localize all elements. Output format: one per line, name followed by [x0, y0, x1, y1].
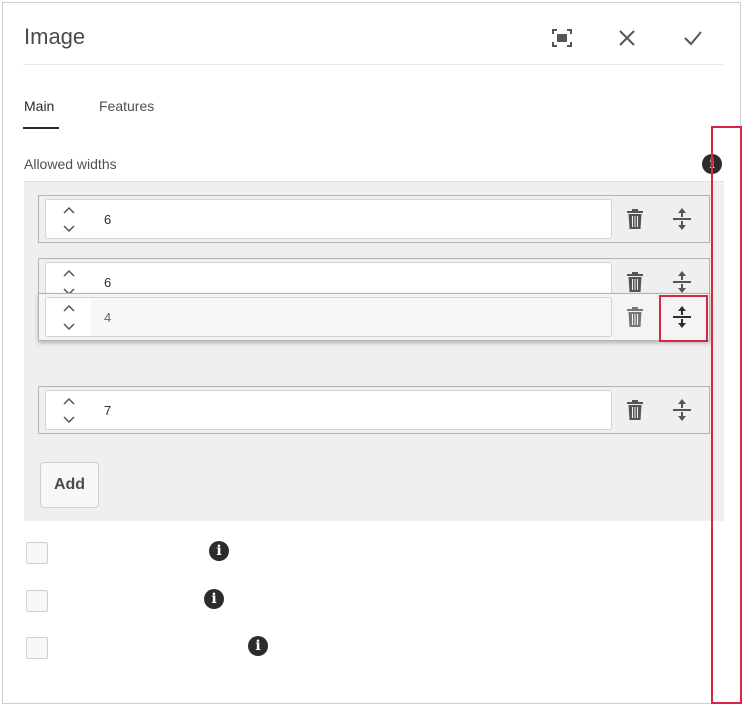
multifield-row	[38, 195, 710, 243]
increment-button[interactable]	[46, 263, 91, 282]
chevron-up-icon	[62, 397, 75, 405]
increment-button[interactable]	[46, 200, 91, 219]
move-vertical-icon	[673, 271, 691, 293]
reorder-handle[interactable]	[664, 391, 700, 429]
confirm-button[interactable]	[675, 21, 711, 55]
chevron-down-icon	[62, 224, 75, 232]
trash-icon	[627, 307, 643, 327]
chevron-down-icon	[62, 415, 75, 423]
add-button[interactable]: Add	[40, 462, 99, 508]
info-icon[interactable]: i	[204, 589, 224, 609]
dragging-row	[38, 293, 710, 341]
move-vertical-icon	[673, 208, 691, 230]
number-stepper	[45, 199, 92, 239]
info-icon[interactable]: i	[248, 636, 268, 656]
tab-features[interactable]: Features	[99, 98, 154, 114]
image-dialog: Image Main Features Allowed widths i 6 6…	[2, 2, 741, 704]
trash-icon	[627, 400, 643, 420]
decrement-button[interactable]	[46, 317, 91, 336]
delete-button[interactable]	[617, 298, 653, 336]
decrement-button[interactable]	[46, 410, 91, 429]
close-icon	[619, 30, 635, 46]
increment-button[interactable]	[46, 391, 91, 410]
fullscreen-button[interactable]	[544, 21, 580, 55]
close-button[interactable]	[609, 21, 645, 55]
checkbox[interactable]	[26, 590, 48, 612]
move-vertical-icon	[673, 399, 691, 421]
chevron-up-icon	[62, 304, 75, 312]
width-input[interactable]	[91, 297, 612, 337]
width-input[interactable]	[91, 390, 612, 430]
chevron-up-icon	[62, 269, 75, 277]
dialog-title: Image	[24, 24, 86, 49]
chevron-down-icon	[62, 322, 75, 330]
fullscreen-icon	[552, 29, 572, 47]
decrement-button[interactable]	[46, 219, 91, 238]
info-icon[interactable]: i	[209, 541, 229, 561]
tab-main[interactable]: Main	[24, 98, 54, 114]
checkmark-icon	[684, 31, 702, 46]
increment-button[interactable]	[46, 298, 91, 317]
reorder-handle[interactable]	[664, 200, 700, 238]
width-input[interactable]	[91, 199, 612, 239]
checkbox[interactable]	[26, 542, 48, 564]
number-stepper	[45, 297, 92, 337]
drag-handle-highlight	[659, 295, 708, 342]
delete-button[interactable]	[617, 391, 653, 429]
trash-icon	[627, 209, 643, 229]
multifield-row	[38, 386, 710, 434]
chevron-up-icon	[62, 206, 75, 214]
trash-icon	[627, 272, 643, 292]
checkbox[interactable]	[26, 637, 48, 659]
active-tab-indicator	[23, 127, 59, 129]
number-stepper	[45, 390, 92, 430]
delete-button[interactable]	[617, 200, 653, 238]
scrollbar-highlight	[711, 126, 742, 704]
header-divider	[23, 64, 723, 65]
allowed-widths-label: Allowed widths	[24, 156, 117, 172]
